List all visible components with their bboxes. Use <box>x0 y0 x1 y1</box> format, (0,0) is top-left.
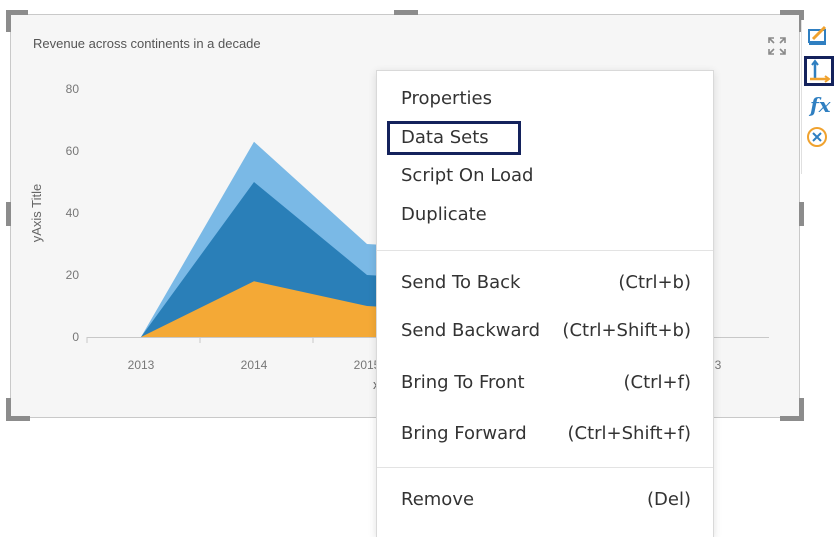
resize-handle-bottom-left[interactable] <box>6 398 11 421</box>
y-tick-label: 60 <box>66 144 80 158</box>
menu-divider <box>377 250 713 251</box>
menu-item-shortcut: (Ctrl+Shift+f) <box>567 423 692 444</box>
x-tick-label: 2014 <box>241 358 268 372</box>
resize-handle-bottom-right[interactable] <box>799 398 804 421</box>
data-sets-icon <box>810 59 831 83</box>
menu-item-label: Remove <box>401 489 475 510</box>
y-tick-label: 20 <box>66 268 80 282</box>
context-menu: Properties Data Sets Script On Load Dupl… <box>376 70 714 537</box>
menu-item-shortcut: (Ctrl+Shift+b) <box>562 320 691 341</box>
menu-divider <box>377 467 713 468</box>
y-axis-title: yAxis Title <box>29 184 44 243</box>
menu-item-send-backward[interactable]: Send Backward (Ctrl+Shift+b) <box>401 316 691 346</box>
menu-item-properties[interactable]: Properties <box>401 84 691 114</box>
menu-item-script-on-load[interactable]: Script On Load <box>401 161 691 191</box>
menu-item-bring-forward[interactable]: Bring Forward (Ctrl+Shift+f) <box>401 419 691 449</box>
menu-item-remove[interactable]: Remove (Del) <box>401 485 691 515</box>
y-tick-label: 40 <box>66 206 80 220</box>
menu-item-label: Bring Forward <box>401 423 527 444</box>
resize-handle-top-left[interactable] <box>6 10 11 32</box>
x-tick-label: 3 <box>715 358 722 372</box>
menu-item-label: Script On Load <box>401 165 534 186</box>
resize-handle-left[interactable] <box>6 202 11 226</box>
edit-chart-icon <box>808 25 827 45</box>
menu-item-shortcut: (Ctrl+f) <box>623 372 692 393</box>
menu-item-label: Send To Back <box>401 272 521 293</box>
menu-item-label: Send Backward <box>401 320 541 341</box>
menu-item-shortcut: (Ctrl+b) <box>618 272 691 293</box>
menu-item-label: Properties <box>401 88 492 109</box>
close-circle-icon <box>807 127 827 147</box>
menu-item-bring-to-front[interactable]: Bring To Front (Ctrl+f) <box>401 368 691 398</box>
menu-item-data-sets[interactable]: Data Sets <box>401 123 691 153</box>
remove-widget-button[interactable] <box>804 124 834 154</box>
menu-item-send-to-back[interactable]: Send To Back (Ctrl+b) <box>401 268 691 298</box>
x-tick-label: 2013 <box>128 358 155 372</box>
data-sets-button[interactable] <box>804 56 834 86</box>
menu-item-label: Duplicate <box>401 204 487 225</box>
menu-item-shortcut: (Del) <box>647 489 691 510</box>
fx-script-icon: fx <box>810 93 831 117</box>
script-button[interactable]: fx <box>804 92 834 122</box>
menu-item-label: Data Sets <box>401 127 489 148</box>
edit-chart-button[interactable] <box>804 22 834 52</box>
resize-handle-top-center[interactable] <box>394 10 418 15</box>
y-tick-label: 80 <box>66 82 80 96</box>
menu-item-label: Bring To Front <box>401 372 525 393</box>
resize-handle-right[interactable] <box>799 202 804 226</box>
y-tick-label: 0 <box>72 330 79 344</box>
widget-toolbar: fx <box>801 20 834 174</box>
menu-item-duplicate[interactable]: Duplicate <box>401 200 691 230</box>
